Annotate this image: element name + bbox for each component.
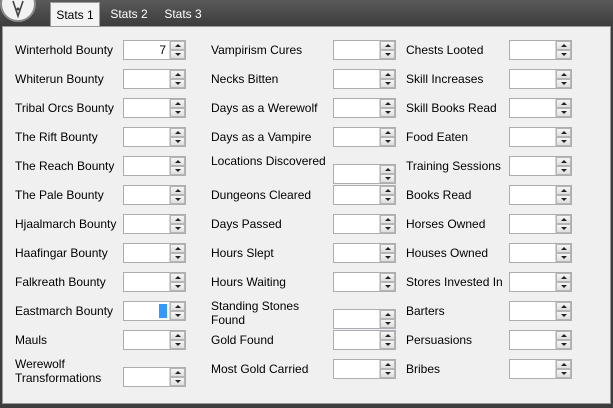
arrow-up-icon[interactable] <box>556 215 571 224</box>
stat-spinbox[interactable] <box>509 301 572 321</box>
arrow-down-icon[interactable] <box>556 79 571 88</box>
arrow-down-icon[interactable] <box>556 340 571 349</box>
stat-row: Training Sessions <box>3 156 603 178</box>
arrow-up-icon[interactable] <box>556 331 571 340</box>
arrow-down-icon[interactable] <box>556 166 571 175</box>
spin-buttons <box>555 331 571 349</box>
stats-panel: Winterhold Bounty 7 Whiterun Bounty Tribal … <box>2 26 611 404</box>
stat-row: Horses Owned <box>3 214 603 236</box>
arrow-up-icon[interactable] <box>556 273 571 282</box>
stat-value-input[interactable] <box>510 99 555 117</box>
arrow-up-icon[interactable] <box>556 360 571 369</box>
tab-stats-1[interactable]: Stats 1 <box>50 2 100 27</box>
stat-spinbox[interactable] <box>509 127 572 147</box>
arrow-down-icon[interactable] <box>556 224 571 233</box>
stat-label: Barters <box>406 304 445 318</box>
arrow-down-icon[interactable] <box>556 369 571 378</box>
stat-row: Bribes <box>3 359 603 381</box>
arrow-down-icon[interactable] <box>556 195 571 204</box>
stat-label: Persuasions <box>406 333 473 347</box>
arrow-down-icon[interactable] <box>556 50 571 59</box>
arrow-down-icon[interactable] <box>556 311 571 320</box>
spin-buttons <box>555 215 571 233</box>
stat-value-input[interactable] <box>510 273 555 291</box>
stat-value-input[interactable] <box>510 215 555 233</box>
stat-row: Food Eaten <box>3 127 603 149</box>
stat-value-input[interactable] <box>510 41 555 59</box>
spin-buttons <box>555 273 571 291</box>
spin-buttons <box>555 157 571 175</box>
stat-value-input[interactable] <box>510 157 555 175</box>
title-bar: Stats 1 Stats 2 Stats 3 <box>0 0 613 27</box>
stat-label: Chests Looted <box>406 43 484 57</box>
stat-value-input[interactable] <box>510 186 555 204</box>
stat-spinbox[interactable] <box>509 359 572 379</box>
stat-value-input[interactable] <box>510 70 555 88</box>
stat-label: Skill Books Read <box>406 101 497 115</box>
spin-buttons <box>555 302 571 320</box>
stat-spinbox[interactable] <box>509 156 572 176</box>
arrow-up-icon[interactable] <box>556 186 571 195</box>
arrow-down-icon[interactable] <box>556 282 571 291</box>
stat-label: Stores Invested In <box>406 275 503 289</box>
spin-buttons <box>555 99 571 117</box>
arrow-up-icon[interactable] <box>556 99 571 108</box>
arrow-up-icon[interactable] <box>556 302 571 311</box>
stat-value-input[interactable] <box>510 302 555 320</box>
spin-buttons <box>555 70 571 88</box>
stat-label: Books Read <box>406 188 472 202</box>
stat-spinbox[interactable] <box>509 243 572 263</box>
app-logo-icon <box>0 0 36 22</box>
spin-buttons <box>555 360 571 378</box>
stat-row: Barters <box>3 301 603 323</box>
stat-value-input[interactable] <box>510 360 555 378</box>
stat-spinbox[interactable] <box>509 330 572 350</box>
arrow-up-icon[interactable] <box>556 244 571 253</box>
stat-label: Horses Owned <box>406 217 486 231</box>
stat-label: Training Sessions <box>406 159 501 173</box>
stat-label: Houses Owned <box>406 246 489 260</box>
stat-spinbox[interactable] <box>509 69 572 89</box>
stat-row: Skill Books Read <box>3 98 603 120</box>
tab-stats-3[interactable]: Stats 3 <box>158 4 208 25</box>
spin-buttons <box>555 186 571 204</box>
stat-spinbox[interactable] <box>509 214 572 234</box>
stat-value-input[interactable] <box>510 128 555 146</box>
stat-spinbox[interactable] <box>509 185 572 205</box>
stat-row: Books Read <box>3 185 603 207</box>
spin-buttons <box>555 244 571 262</box>
stat-row: Stores Invested In <box>3 272 603 294</box>
arrow-down-icon[interactable] <box>556 137 571 146</box>
arrow-up-icon[interactable] <box>556 41 571 50</box>
stat-spinbox[interactable] <box>509 272 572 292</box>
stat-value-input[interactable] <box>510 331 555 349</box>
spin-buttons <box>555 41 571 59</box>
stat-label: Food Eaten <box>406 130 469 144</box>
stat-label: Skill Increases <box>406 72 484 86</box>
stat-value-input[interactable] <box>510 244 555 262</box>
stat-row: Persuasions <box>3 330 603 352</box>
arrow-down-icon[interactable] <box>556 108 571 117</box>
arrow-up-icon[interactable] <box>556 128 571 137</box>
stat-row: Skill Increases <box>3 69 603 91</box>
stat-spinbox[interactable] <box>509 98 572 118</box>
stat-spinbox[interactable] <box>509 40 572 60</box>
stat-row: Houses Owned <box>3 243 603 265</box>
spin-buttons <box>555 128 571 146</box>
stat-label: Bribes <box>406 362 441 376</box>
arrow-down-icon[interactable] <box>556 253 571 262</box>
arrow-up-icon[interactable] <box>556 157 571 166</box>
stat-row: Chests Looted <box>3 40 603 62</box>
arrow-up-icon[interactable] <box>556 70 571 79</box>
tab-stats-2[interactable]: Stats 2 <box>104 4 154 25</box>
